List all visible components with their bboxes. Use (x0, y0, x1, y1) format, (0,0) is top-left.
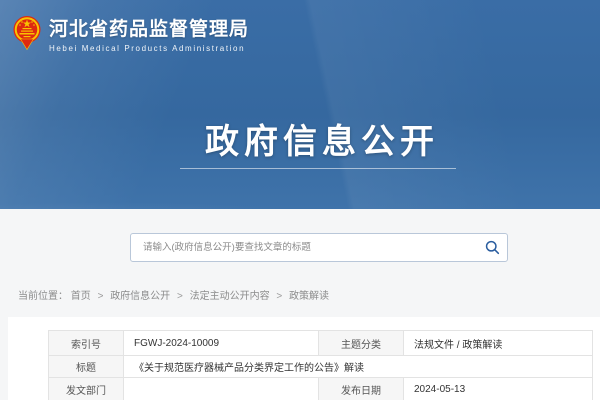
site-brand[interactable]: 河北省药品监督管理局 Hebei Medical Products Admini… (13, 9, 249, 59)
title-underline (180, 168, 456, 169)
breadcrumb-prefix: 当前位置： (18, 291, 68, 302)
breadcrumb-separator: > (98, 291, 104, 302)
index-label: 索引号 (49, 331, 124, 356)
search-input[interactable] (131, 234, 477, 261)
site-header: 河北省药品监督管理局 Hebei Medical Products Admini… (0, 0, 600, 209)
document-card: 索引号 FGWJ-2024-10009 主题分类 法规文件 / 政策解读 标题 … (8, 317, 600, 400)
breadcrumb-item-statutory-disclosure[interactable]: 法定主动公开内容 (190, 291, 270, 302)
date-label: 发布日期 (319, 378, 404, 400)
content-area: 当前位置： 首页 > 政府信息公开 > 法定主动公开内容 > 政策解读 索引号 … (0, 209, 600, 400)
table-row-title: 标题 《关于规范医疗器械产品分类界定工作的公告》解读 (49, 356, 593, 378)
category-label: 主题分类 (319, 331, 404, 356)
breadcrumb-item-home[interactable]: 首页 (71, 291, 91, 302)
agency-name: 河北省药品监督管理局 (49, 19, 249, 41)
department-value (124, 378, 319, 400)
date-value: 2024-05-13 (404, 378, 593, 400)
table-row-department-date: 发文部门 发布日期 2024-05-13 (49, 378, 593, 400)
breadcrumb-separator: > (276, 291, 282, 302)
table-row-index: 索引号 FGWJ-2024-10009 主题分类 法规文件 / 政策解读 (49, 331, 593, 356)
document-title: 《关于规范医疗器械产品分类界定工作的公告》解读 (124, 356, 593, 378)
search-button[interactable] (477, 234, 507, 261)
document-info-table: 索引号 FGWJ-2024-10009 主题分类 法规文件 / 政策解读 标题 … (48, 330, 593, 400)
index-value: FGWJ-2024-10009 (124, 331, 319, 356)
title-label: 标题 (49, 356, 124, 378)
search-bar (130, 233, 508, 262)
breadcrumb-item-policy-interpretation[interactable]: 政策解读 (289, 291, 329, 302)
breadcrumb-separator: > (177, 291, 183, 302)
category-value: 法规文件 / 政策解读 (404, 331, 593, 356)
breadcrumb-item-gov-info[interactable]: 政府信息公开 (110, 291, 170, 302)
page-title: 政府信息公开 (205, 114, 439, 163)
china-national-emblem-icon (13, 9, 41, 59)
page: 河北省药品监督管理局 Hebei Medical Products Admini… (0, 0, 600, 400)
breadcrumb: 当前位置： 首页 > 政府信息公开 > 法定主动公开内容 > 政策解读 (18, 287, 329, 302)
department-label: 发文部门 (49, 378, 124, 400)
agency-name-en: Hebei Medical Products Administration (49, 44, 249, 53)
search-icon (485, 240, 500, 255)
brand-text: 河北省药品监督管理局 Hebei Medical Products Admini… (49, 9, 249, 53)
